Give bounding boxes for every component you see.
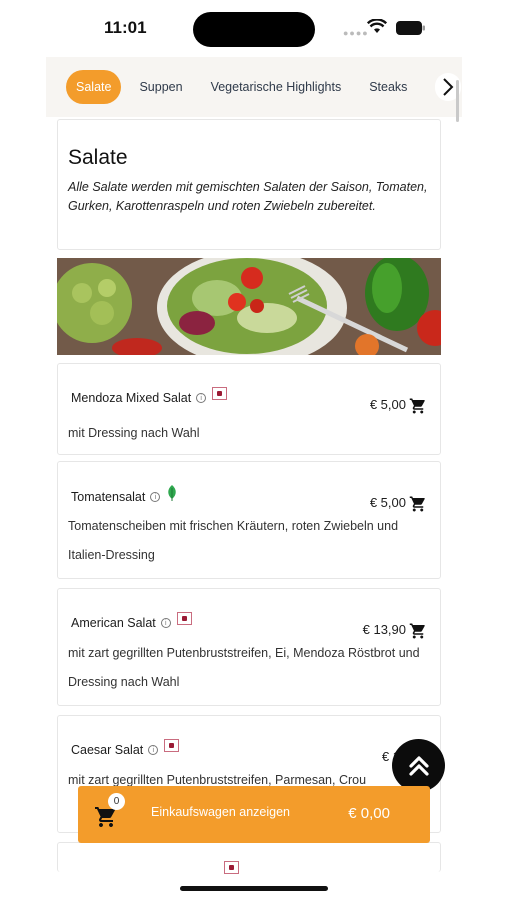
status-time: 11:01 [104,18,147,37]
category-tab-bar: Salate Suppen Vegetarische Highlights St… [46,57,462,117]
section-description: Alle Salate werden mit gemischten Salate… [68,180,428,213]
cart-total: € 0,00 [348,805,390,822]
view-cart-button[interactable]: 0 Einkaufswagen anzeigen € 0,00 [78,786,430,843]
signal-icon: ●●●● [343,28,369,38]
wifi-icon [367,19,387,33]
item-name: Mendoza Mixed Salat [71,391,192,405]
tab-salate[interactable]: Salate [66,70,122,104]
item-price: € 13,90 [362,622,406,637]
scrollbar[interactable] [456,80,459,122]
cart-label: Einkaufswagen anzeigen [151,805,290,819]
item-description: Tomatenscheiben mit frischen Kräutern, r… [68,519,399,562]
dynamic-island [193,12,315,47]
tab-steaks[interactable]: Steaks [359,70,417,104]
section-title: Salate [68,146,128,169]
tab-vegetarische-highlights[interactable]: Vegetarische Highlights [201,70,352,104]
info-icon[interactable]: i [160,618,171,628]
scroll-to-top-button[interactable] [392,739,445,792]
item-price: € 5,00 [369,397,406,412]
menu-item-mendoza-mixed-salat[interactable]: Mendoza Mixed Salat i € 5,00 mit Dressin… [57,363,441,455]
item-name: Tomatensalat [71,490,146,504]
battery-icon [396,21,425,35]
item-description: mit zart gegrillten Putenbruststreifen, … [68,646,420,689]
menu-item-tomatensalat[interactable]: Tomatensalat i € 5,00 Tomatenscheiben mi… [57,461,441,579]
section-intro-card: Salate Alle Salate werden mit gemischten… [57,119,441,250]
flag-icon [176,611,192,625]
item-price: € 5,00 [369,495,406,510]
info-icon[interactable]: i [196,393,207,403]
menu-item-partial [57,842,441,874]
menu-item-american-salat[interactable]: American Salat i € 13,90 mit zart gegril… [57,588,441,706]
info-icon[interactable]: i [148,745,159,755]
flag-icon [164,738,180,752]
add-to-cart-icon[interactable] [409,495,427,513]
chevron-right-icon [443,78,454,96]
item-name: Caesar Salat [71,743,144,757]
info-icon[interactable]: i [150,492,161,502]
add-to-cart-icon[interactable] [409,397,427,415]
item-name: American Salat [71,616,156,630]
salad-banner-image [57,258,441,355]
add-to-cart-icon[interactable] [409,622,427,640]
home-indicator[interactable] [180,886,328,891]
double-chevron-up-icon [408,755,429,776]
cart-count-badge: 0 [108,793,125,810]
tab-suppen[interactable]: Suppen [129,70,192,104]
status-bar: 11:01 ●●●● [0,0,507,58]
flag-icon [224,861,239,874]
flag-icon [212,386,228,400]
item-description: mit Dressing nach Wahl [68,426,200,440]
leaf-icon [168,485,177,501]
